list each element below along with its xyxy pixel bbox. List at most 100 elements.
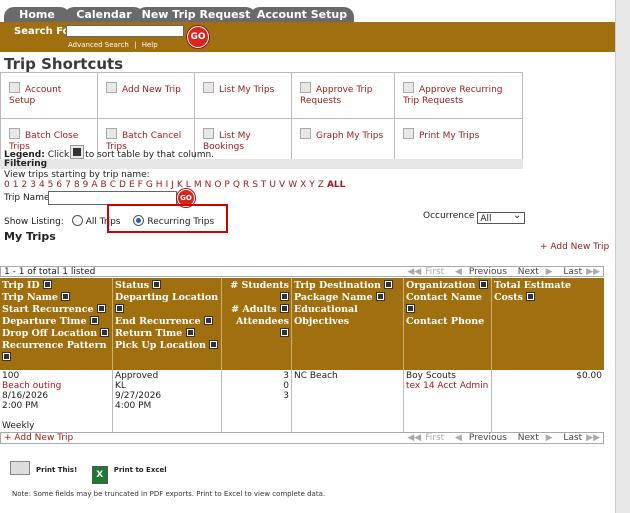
- letter-filter-i[interactable]: I: [166, 180, 169, 190]
- header-pickup-location[interactable]: Pick Up Location: [115, 340, 206, 351]
- tab-calendar[interactable]: Calendar: [64, 7, 144, 23]
- letter-filter-4[interactable]: 4: [39, 180, 45, 190]
- help-link[interactable]: Help: [142, 41, 158, 49]
- shortcut-approve-recurring[interactable]: Approve Recurring Trip Requests: [394, 72, 523, 119]
- letter-filter-d[interactable]: D: [119, 180, 126, 190]
- previous-link[interactable]: ◀ Previous: [451, 433, 507, 443]
- letter-filter-5[interactable]: 5: [48, 180, 54, 190]
- letter-filter-k[interactable]: K: [177, 180, 183, 190]
- tab-home[interactable]: Home: [4, 7, 70, 23]
- tab-account-setup[interactable]: Account Setup: [250, 7, 354, 23]
- header-students[interactable]: # Students: [230, 280, 289, 291]
- sort-icon[interactable]: [61, 292, 71, 301]
- letter-filter-f[interactable]: F: [138, 180, 143, 190]
- search-go-button[interactable]: GO: [187, 26, 209, 48]
- next-link[interactable]: Next ▶: [514, 267, 553, 277]
- sort-icon[interactable]: [203, 316, 213, 325]
- header-contact-phone[interactable]: Contact Phone: [406, 316, 484, 327]
- sort-icon[interactable]: [42, 280, 52, 289]
- letter-filter-a[interactable]: A: [91, 180, 97, 190]
- letter-filter-e[interactable]: E: [129, 180, 135, 190]
- header-status[interactable]: Status: [115, 280, 149, 291]
- letter-filter-s[interactable]: S: [252, 180, 258, 190]
- sort-icon[interactable]: [375, 292, 385, 301]
- sort-icon[interactable]: [209, 340, 219, 349]
- add-new-trip-link-top[interactable]: + Add New Trip: [540, 242, 609, 252]
- header-package-name[interactable]: Package Name: [294, 292, 373, 303]
- shortcut-list-my-trips[interactable]: List My Trips: [194, 72, 292, 119]
- header-contact-name[interactable]: Contact Name: [406, 292, 482, 303]
- letter-filter-1[interactable]: 1: [13, 180, 19, 190]
- sort-icon[interactable]: [96, 304, 106, 313]
- letter-filter-h[interactable]: H: [156, 180, 163, 190]
- letter-filter-o[interactable]: O: [214, 180, 221, 190]
- letter-filter-c[interactable]: C: [110, 180, 116, 190]
- letter-filter-r[interactable]: R: [243, 180, 249, 190]
- sort-icon[interactable]: [384, 280, 394, 289]
- letter-filter-n[interactable]: N: [205, 180, 212, 190]
- sort-icon[interactable]: [89, 316, 99, 325]
- letter-filter-7[interactable]: 7: [65, 180, 71, 190]
- add-new-trip-link-bottom[interactable]: + Add New Trip: [4, 433, 73, 443]
- shortcut-graph-my-trips[interactable]: Graph My Trips: [291, 118, 395, 165]
- previous-link[interactable]: ◀ Previous: [451, 267, 507, 277]
- letter-filter-y[interactable]: Y: [309, 180, 315, 190]
- letter-filter-u[interactable]: U: [269, 180, 276, 190]
- header-departing-location[interactable]: Departing Location: [115, 292, 218, 303]
- shortcut-print-my-trips[interactable]: Print My Trips: [394, 118, 523, 165]
- print-this-button[interactable]: Print This!: [10, 461, 80, 475]
- sort-icon[interactable]: [406, 304, 415, 313]
- occurrence-select[interactable]: All: [477, 210, 526, 224]
- vertical-scrollbar[interactable]: [615, 0, 630, 513]
- header-trip-name[interactable]: Trip Name: [2, 292, 58, 303]
- print-excel-button[interactable]: X Print to Excel: [91, 466, 167, 484]
- header-attendees[interactable]: Attendees: [236, 316, 289, 327]
- header-end-recurrence[interactable]: End Recurrence: [115, 316, 201, 327]
- sort-icon[interactable]: [185, 328, 195, 337]
- radio-all-trips[interactable]: [71, 215, 83, 226]
- last-link[interactable]: Last ▶▶: [559, 267, 600, 277]
- sort-icon[interactable]: [280, 292, 289, 301]
- contact-name-link[interactable]: tex 14 Acct Admin: [406, 381, 489, 391]
- letter-filter-8[interactable]: 8: [74, 180, 80, 190]
- sort-icon[interactable]: [280, 328, 289, 337]
- letter-filter-2[interactable]: 2: [21, 180, 27, 190]
- letter-filter-6[interactable]: 6: [56, 180, 62, 190]
- letter-filter-b[interactable]: B: [101, 180, 107, 190]
- letter-filter-v[interactable]: V: [279, 180, 285, 190]
- letter-filter-m[interactable]: M: [194, 180, 202, 190]
- letter-filter-x[interactable]: X: [300, 180, 306, 190]
- first-link[interactable]: ◀◀ First: [407, 433, 444, 443]
- letter-filter-0[interactable]: 0: [4, 180, 10, 190]
- trip-name-input[interactable]: [48, 191, 177, 205]
- tab-new-trip-request[interactable]: New Trip Request: [136, 7, 256, 23]
- header-trip-id[interactable]: Trip ID: [2, 280, 40, 291]
- shortcut-add-new-trip[interactable]: Add New Trip: [97, 72, 195, 119]
- letter-filter-3[interactable]: 3: [30, 180, 36, 190]
- letter-filter-q[interactable]: Q: [233, 180, 240, 190]
- header-start-recurrence[interactable]: Start Recurrence: [2, 304, 94, 315]
- search-input[interactable]: [66, 25, 184, 37]
- letter-filter-p[interactable]: P: [224, 180, 229, 190]
- letter-filter-all[interactable]: ALL: [327, 180, 345, 190]
- letter-filter-t[interactable]: T: [261, 180, 267, 190]
- letter-filter-g[interactable]: G: [146, 180, 153, 190]
- header-return-time[interactable]: Return Time: [115, 328, 182, 339]
- header-educational-objectives[interactable]: Educational Objectives: [294, 304, 358, 327]
- header-drop-off[interactable]: Drop Off Location: [2, 328, 97, 339]
- trip-name-link[interactable]: Beach outing: [2, 381, 110, 391]
- sort-icon[interactable]: [478, 280, 488, 289]
- sort-icon[interactable]: [280, 304, 289, 313]
- header-adults[interactable]: # Adults: [231, 304, 277, 315]
- letter-filter-z[interactable]: Z: [318, 180, 324, 190]
- header-departure-time[interactable]: Departure Time: [2, 316, 87, 327]
- sort-icon[interactable]: [100, 328, 110, 337]
- last-link[interactable]: Last ▶▶: [559, 433, 600, 443]
- shortcut-approve-trip-requests[interactable]: Approve Trip Requests: [291, 72, 395, 119]
- header-trip-destination[interactable]: Trip Destination: [294, 280, 381, 291]
- sort-icon[interactable]: [2, 352, 11, 361]
- header-recurrence-pattern[interactable]: Recurrence Pattern: [2, 340, 107, 351]
- letter-filter-j[interactable]: J: [171, 180, 174, 190]
- header-organization[interactable]: Organization: [406, 280, 475, 291]
- letter-filter-9[interactable]: 9: [83, 180, 89, 190]
